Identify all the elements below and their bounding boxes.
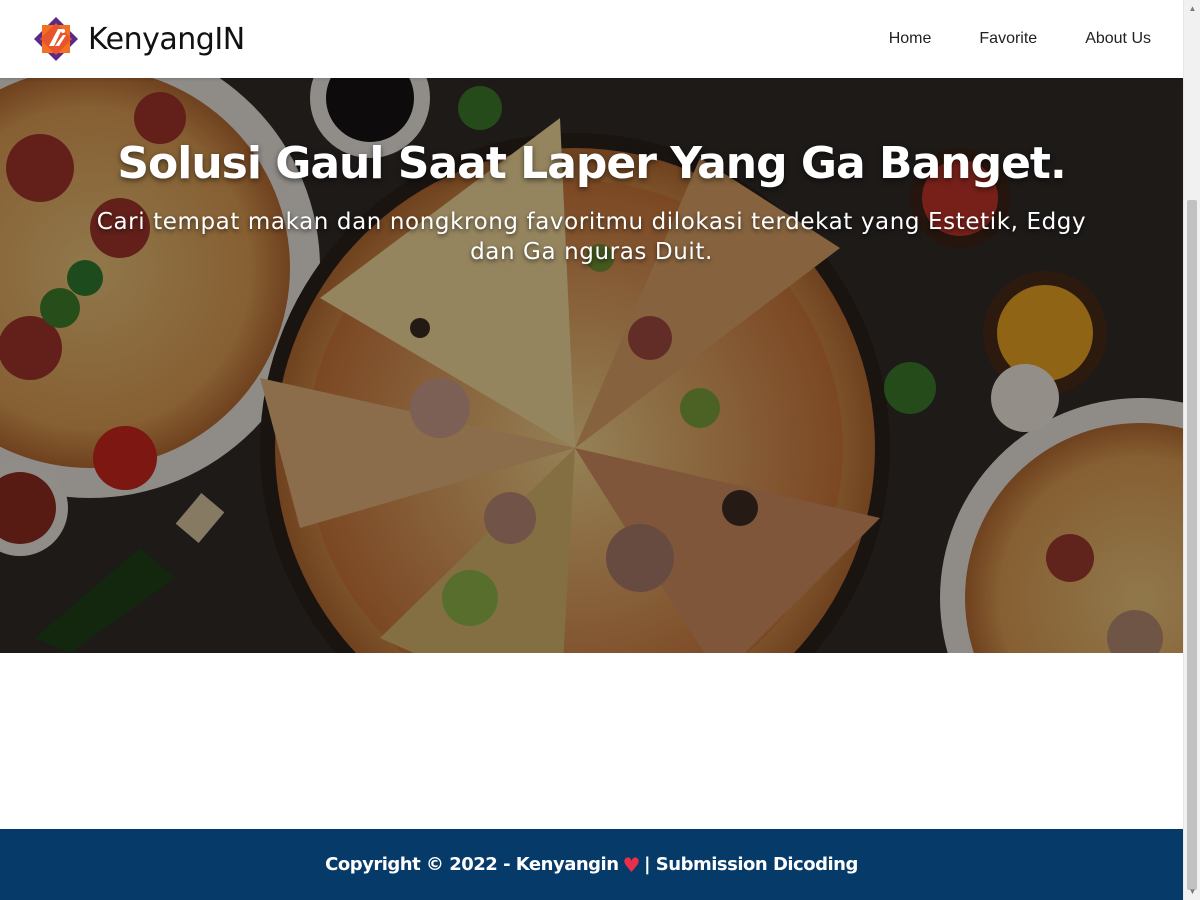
nav-links: Home Favorite About Us xyxy=(889,0,1151,78)
navbar: KenyangIN Home Favorite About Us xyxy=(0,0,1183,78)
hero-subtitle: Cari tempat makan dan nongkrong favoritm… xyxy=(96,209,1087,265)
nav-about-link[interactable]: About Us xyxy=(1085,30,1151,48)
footer-suffix: | Submission Dicoding xyxy=(643,854,858,875)
page: KenyangIN Home Favorite About Us Solusi … xyxy=(0,0,1183,900)
hero-text: Solusi Gaul Saat Laper Yang Ga Banget. C… xyxy=(0,78,1183,267)
hero-section: Solusi Gaul Saat Laper Yang Ga Banget. C… xyxy=(0,78,1183,653)
footer: Copyright © 2022 - Kenyangin ♥ | Submiss… xyxy=(0,829,1183,900)
scrollbar-thumb[interactable] xyxy=(1187,200,1197,890)
brand[interactable]: KenyangIN xyxy=(32,16,245,62)
footer-copyright: Copyright © 2022 - Kenyangin xyxy=(325,854,619,875)
vertical-scrollbar[interactable]: ▲ ▼ xyxy=(1183,0,1200,900)
kenyangin-logo-icon xyxy=(34,17,78,61)
scroll-down-arrow-icon[interactable]: ▼ xyxy=(1184,883,1200,900)
brand-name: KenyangIN xyxy=(88,21,245,57)
nav-home-link[interactable]: Home xyxy=(889,30,932,48)
scroll-up-arrow-icon[interactable]: ▲ xyxy=(1184,0,1200,17)
hero-title: Solusi Gaul Saat Laper Yang Ga Banget. xyxy=(117,138,1066,189)
nav-favorite-link[interactable]: Favorite xyxy=(979,30,1037,48)
heart-icon: ♥ xyxy=(622,852,641,877)
